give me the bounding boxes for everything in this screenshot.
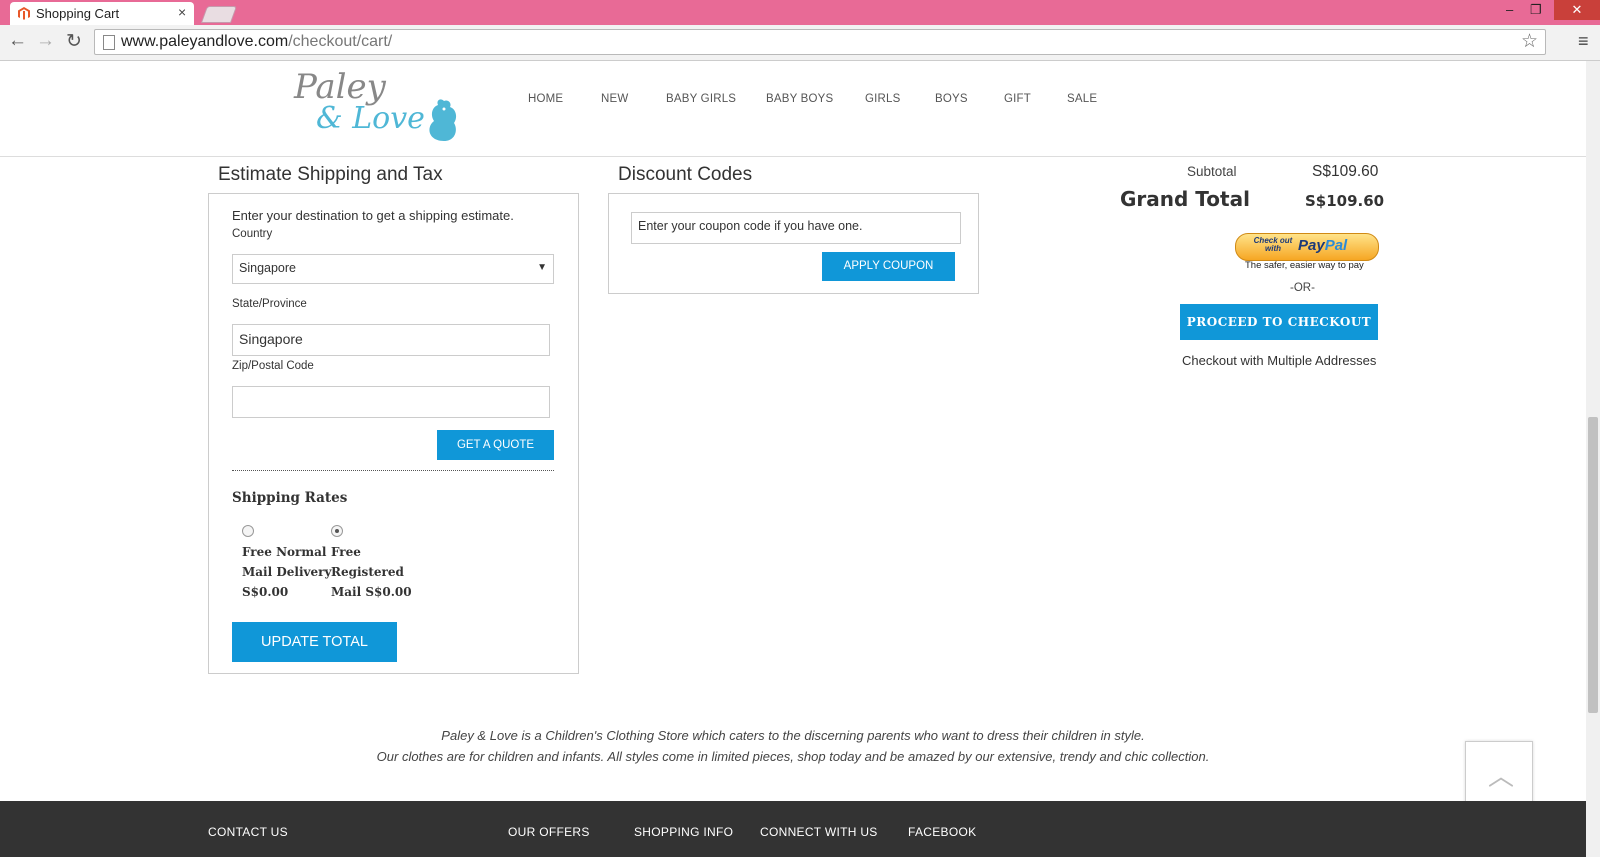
nav-baby-girls[interactable]: BABY GIRLS — [666, 93, 736, 105]
paypal-tagline: The safer, easier way to pay — [1245, 260, 1364, 271]
reload-icon[interactable]: ↻ — [66, 30, 82, 53]
squirrel-logo-icon — [429, 99, 457, 141]
browser-tab[interactable]: Shopping Cart × — [10, 2, 194, 25]
discount-title: Discount Codes — [618, 164, 753, 185]
chevron-up-icon: ︿ — [1488, 761, 1515, 791]
logo-text-love: & Love — [316, 101, 425, 136]
back-to-top-button[interactable]: ︿ — [1465, 741, 1533, 809]
paypal-logo: PayPal — [1298, 237, 1348, 254]
back-icon[interactable]: ← — [8, 30, 27, 52]
rate-registered-label: Free Registered Mail S$0.00 — [331, 545, 412, 599]
zip-input[interactable] — [232, 386, 550, 418]
nav-baby-boys[interactable]: BABY BOYS — [766, 93, 833, 105]
footer-connect-with-us[interactable]: CONNECT WITH US — [760, 825, 878, 839]
scrollbar-thumb[interactable] — [1588, 417, 1598, 713]
rate-registered-radio[interactable] — [331, 525, 343, 537]
footer-description-1: Paley & Love is a Children's Clothing St… — [441, 728, 1145, 743]
subtotal-label: Subtotal — [1187, 164, 1237, 179]
rate-normal-radio[interactable] — [242, 525, 254, 537]
new-tab-button[interactable] — [200, 6, 238, 23]
divider — [232, 470, 554, 471]
bookmark-star-icon[interactable]: ☆ — [1521, 30, 1538, 53]
tab-close-icon[interactable]: × — [178, 4, 186, 20]
nav-home[interactable]: HOME — [528, 93, 563, 105]
coupon-input[interactable]: Enter your coupon code if you have one. — [631, 212, 961, 244]
state-label: State/Province — [232, 298, 307, 310]
window-close-icon[interactable]: ✕ — [1554, 0, 1600, 20]
get-quote-button[interactable]: GET A QUOTE — [437, 430, 554, 460]
browser-toolbar: ← → ↻ www.paleyandlove.com/checkout/cart… — [0, 25, 1600, 61]
multiple-addresses-link[interactable]: Checkout with Multiple Addresses — [1182, 353, 1376, 368]
minimize-icon[interactable]: – — [1506, 2, 1513, 17]
magento-favicon-icon — [18, 7, 30, 20]
discount-box: Enter your coupon code if you have one. … — [608, 193, 979, 294]
country-label: Country — [232, 228, 273, 240]
country-select[interactable]: Singapore ▼ — [232, 254, 554, 284]
or-separator: -OR- — [1290, 282, 1315, 294]
nav-gift[interactable]: GIFT — [1004, 93, 1031, 105]
shipping-estimate-box: Enter your destination to get a shipping… — [208, 193, 579, 674]
site-footer: CONTACT US OUR OFFERS SHOPPING INFO CONN… — [0, 801, 1586, 857]
footer-shopping-info[interactable]: SHOPPING INFO — [634, 825, 733, 839]
nav-girls[interactable]: GIRLS — [865, 93, 901, 105]
shipping-rates-title: Shipping Rates — [232, 490, 348, 506]
grand-total-value: S$109.60 — [1305, 192, 1385, 210]
tab-title: Shopping Cart — [36, 6, 120, 21]
update-total-button[interactable]: UPDATE TOTAL — [232, 622, 397, 662]
nav-boys[interactable]: BOYS — [935, 93, 968, 105]
apply-coupon-button[interactable]: APPLY COUPON — [822, 252, 955, 281]
paypal-checkout-button[interactable]: Check out with PayPal — [1235, 233, 1379, 261]
nav-sale[interactable]: SALE — [1067, 93, 1097, 105]
subtotal-value: S$109.60 — [1312, 163, 1379, 180]
page-icon — [103, 35, 115, 50]
restore-icon[interactable]: ❐ — [1530, 2, 1542, 18]
zip-label: Zip/Postal Code — [232, 360, 314, 372]
footer-facebook[interactable]: FACEBOOK — [908, 825, 976, 839]
browser-tab-bar: Shopping Cart × – ❐ ✕ — [0, 0, 1600, 25]
forward-icon[interactable]: → — [36, 30, 55, 52]
footer-description-2: Our clothes are for children and infants… — [376, 749, 1210, 764]
state-input[interactable]: Singapore — [232, 324, 550, 356]
footer-contact-us[interactable]: CONTACT US — [208, 825, 288, 839]
address-bar[interactable]: www.paleyandlove.com/checkout/cart/ ☆ — [94, 29, 1546, 55]
site-header: Paley & Love HOME NEW BABY GIRLS BABY BO… — [0, 61, 1586, 157]
proceed-to-checkout-button[interactable]: PROCEED TO CHECKOUT — [1180, 304, 1378, 340]
url-text[interactable]: www.paleyandlove.com/checkout/cart/ — [121, 33, 392, 51]
chevron-down-icon: ▼ — [537, 262, 547, 273]
site-logo[interactable]: Paley & Love — [294, 67, 464, 147]
paypal-small-text: Check out with — [1253, 236, 1293, 253]
rate-normal-label: Free Normal Mail Delivery S$0.00 — [242, 545, 332, 599]
shipping-title: Estimate Shipping and Tax — [218, 164, 443, 185]
footer-our-offers[interactable]: OUR OFFERS — [508, 825, 590, 839]
grand-total-label: Grand Total — [1120, 187, 1250, 211]
nav-new[interactable]: NEW — [601, 93, 628, 105]
shipping-intro: Enter your destination to get a shipping… — [232, 208, 514, 223]
browser-menu-icon[interactable]: ≡ — [1578, 31, 1589, 52]
